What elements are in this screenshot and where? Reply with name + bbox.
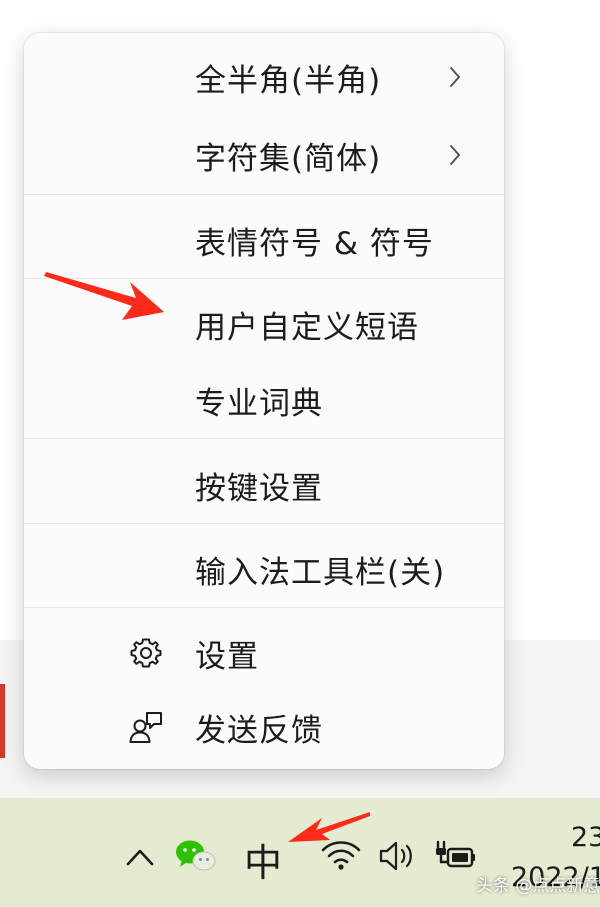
chevron-up-icon[interactable] [124, 844, 156, 870]
window-edge [0, 684, 5, 758]
menu-item-label: 按键设置 [195, 470, 323, 507]
menu-item-label: 设置 [195, 638, 259, 675]
wifi-icon[interactable] [320, 838, 362, 872]
clock-time[interactable]: 23 [571, 822, 600, 853]
menu-item-label: 全半角(半角) [195, 62, 382, 99]
menu-item-dictionary[interactable]: 专业词典 [24, 362, 504, 438]
battery-charging-icon[interactable] [434, 840, 476, 872]
ime-context-menu: 全半角(半角) 字符集(简体) 表情符号 & 符号 用户自定义短语 专业词典 按… [24, 33, 504, 769]
annotation-arrow [44, 272, 164, 320]
menu-item-label: 输入法工具栏(关) [195, 554, 446, 591]
menu-separator [24, 194, 504, 195]
menu-item-label: 字符集(简体) [195, 140, 382, 177]
menu-item-feedback[interactable]: 发送反馈 [24, 689, 504, 765]
wechat-icon[interactable] [174, 838, 218, 872]
menu-item-label: 用户自定义短语 [195, 309, 419, 346]
menu-item-settings[interactable]: 设置 [24, 615, 504, 691]
menu-item-key-settings[interactable]: 按键设置 [24, 447, 504, 523]
volume-icon[interactable] [378, 840, 418, 872]
watermark: 头条 @点点新意 [476, 876, 600, 896]
gear-icon [130, 638, 162, 668]
menu-item-ime-toolbar[interactable]: 输入法工具栏(关) [24, 531, 504, 607]
menu-item-label: 表情符号 & 符号 [195, 225, 434, 262]
chevron-right-icon [450, 67, 460, 87]
menu-item-full-half-width[interactable]: 全半角(半角) [24, 39, 504, 115]
menu-item-charset[interactable]: 字符集(简体) [24, 117, 504, 193]
menu-item-label: 专业词典 [195, 385, 323, 422]
chevron-right-icon [450, 145, 460, 165]
menu-separator [24, 607, 504, 608]
ime-indicator[interactable]: 中 [244, 832, 282, 887]
menu-separator [24, 523, 504, 524]
feedback-icon [129, 712, 162, 743]
menu-separator [24, 438, 504, 439]
menu-item-label: 发送反馈 [195, 712, 323, 749]
